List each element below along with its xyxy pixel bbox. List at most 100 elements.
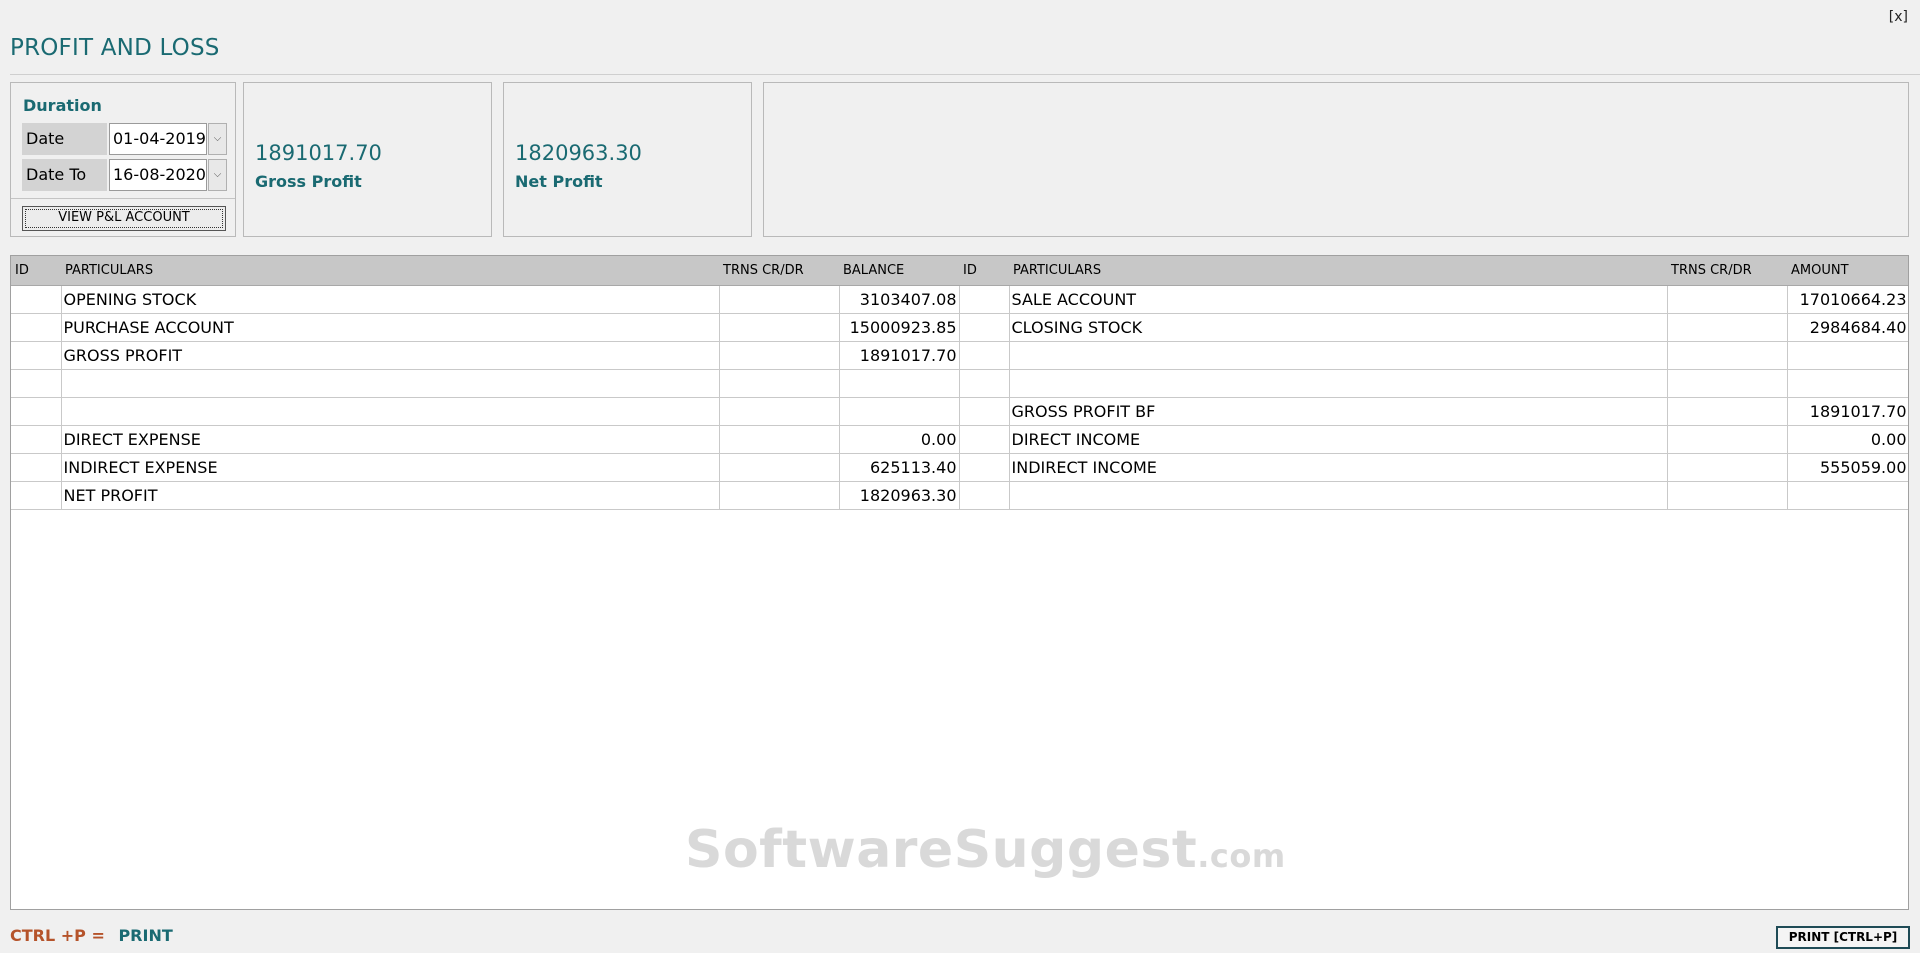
print-button[interactable]: PRINT [CTRL+P] bbox=[1776, 926, 1910, 949]
table-cell[interactable]: 2984684.40 bbox=[1786, 312, 1908, 342]
table-cell[interactable] bbox=[11, 340, 62, 370]
col-header-trns-right[interactable]: TRNS CR/DR bbox=[1667, 256, 1787, 286]
table-cell[interactable] bbox=[1008, 480, 1668, 510]
shortcut-keys: CTRL +P = bbox=[10, 926, 105, 945]
table-cell[interactable] bbox=[958, 452, 1010, 482]
table-cell[interactable] bbox=[1008, 368, 1668, 398]
table-cell[interactable]: 1891017.70 bbox=[838, 340, 960, 370]
table-row[interactable]: NET PROFIT 1820963.30 bbox=[11, 480, 1908, 510]
col-header-id-right[interactable]: ID bbox=[959, 256, 1009, 286]
table-cell[interactable]: 3103407.08 bbox=[838, 284, 960, 314]
table-cell[interactable] bbox=[1666, 396, 1788, 426]
table-cell[interactable] bbox=[958, 396, 1010, 426]
col-header-particulars-right[interactable]: PARTICULARS bbox=[1009, 256, 1667, 286]
table-cell[interactable] bbox=[1666, 368, 1788, 398]
date-from-field[interactable]: 01-04-2019 bbox=[109, 123, 207, 155]
col-header-amount[interactable]: AMOUNT bbox=[1787, 256, 1908, 286]
table-row[interactable]: DIRECT EXPENSE 0.00 DIRECT INCOME 0.00 bbox=[11, 424, 1908, 454]
title-divider bbox=[10, 74, 1920, 75]
table-cell[interactable] bbox=[1666, 480, 1788, 510]
table-cell[interactable] bbox=[718, 480, 840, 510]
net-profit-value: 1820963.30 bbox=[515, 141, 642, 165]
table-cell[interactable]: PURCHASE ACCOUNT bbox=[60, 312, 720, 342]
date-to-row: Date To 16-08-2020 ⌵ bbox=[22, 159, 228, 191]
table-cell[interactable] bbox=[838, 396, 960, 426]
table-cell[interactable]: GROSS PROFIT bbox=[60, 340, 720, 370]
table-cell[interactable]: NET PROFIT bbox=[60, 480, 720, 510]
table-cell[interactable] bbox=[11, 284, 62, 314]
table-cell[interactable] bbox=[958, 368, 1010, 398]
table-cell[interactable] bbox=[1666, 284, 1788, 314]
shortcut-action: PRINT bbox=[118, 926, 173, 945]
table-cell[interactable]: 555059.00 bbox=[1786, 452, 1908, 482]
table-cell[interactable]: 17010664.23 bbox=[1786, 284, 1908, 314]
date-to-dropdown-icon[interactable]: ⌵ bbox=[208, 159, 227, 191]
table-cell[interactable] bbox=[958, 480, 1010, 510]
table-cell[interactable] bbox=[958, 340, 1010, 370]
table-cell[interactable] bbox=[11, 452, 62, 482]
gross-profit-label: Gross Profit bbox=[255, 172, 362, 191]
table-cell[interactable]: 1820963.30 bbox=[838, 480, 960, 510]
table-row[interactable]: OPENING STOCK 3103407.08 SALE ACCOUNT 17010… bbox=[11, 284, 1908, 314]
table-cell[interactable] bbox=[838, 368, 960, 398]
table-cell[interactable] bbox=[1666, 424, 1788, 454]
table-cell[interactable]: INDIRECT INCOME bbox=[1008, 452, 1668, 482]
date-from-dropdown-icon[interactable]: ⌵ bbox=[208, 123, 227, 155]
table-cell[interactable]: DIRECT EXPENSE bbox=[60, 424, 720, 454]
net-profit-label: Net Profit bbox=[515, 172, 603, 191]
table-cell[interactable] bbox=[718, 284, 840, 314]
table-cell[interactable] bbox=[958, 312, 1010, 342]
date-from-row: Date From 01-04-2019 ⌵ bbox=[22, 123, 228, 180]
table-cell[interactable]: CLOSING STOCK bbox=[1008, 312, 1668, 342]
pl-table: ID PARTICULARS TRNS CR/DR BALANCE ID PAR… bbox=[11, 256, 1908, 510]
table-cell[interactable] bbox=[1666, 312, 1788, 342]
table-cell[interactable] bbox=[1666, 452, 1788, 482]
table-cell[interactable]: INDIRECT EXPENSE bbox=[60, 452, 720, 482]
table-cell[interactable] bbox=[11, 480, 62, 510]
view-pl-account-button[interactable]: VIEW P&L ACCOUNT bbox=[22, 206, 226, 231]
table-cell[interactable] bbox=[718, 368, 840, 398]
table-cell[interactable] bbox=[60, 396, 720, 426]
col-header-id-left[interactable]: ID bbox=[11, 256, 61, 286]
table-cell[interactable] bbox=[718, 312, 840, 342]
table-cell[interactable] bbox=[11, 396, 62, 426]
table-cell[interactable] bbox=[1786, 480, 1908, 510]
table-cell[interactable] bbox=[11, 368, 62, 398]
table-cell[interactable]: SALE ACCOUNT bbox=[1008, 284, 1668, 314]
table-cell[interactable]: GROSS PROFIT BF bbox=[1008, 396, 1668, 426]
col-header-particulars-left[interactable]: PARTICULARS bbox=[61, 256, 719, 286]
table-cell[interactable] bbox=[958, 284, 1010, 314]
table-cell[interactable] bbox=[1786, 368, 1908, 398]
table-cell[interactable] bbox=[958, 424, 1010, 454]
watermark-suffix: .com bbox=[1197, 837, 1286, 875]
table-row[interactable]: GROSS PROFIT BF 1891017.70 bbox=[11, 396, 1908, 426]
date-to-field[interactable]: 16-08-2020 bbox=[109, 159, 207, 191]
table-row[interactable]: PURCHASE ACCOUNT 15000923.85 CLOSING STOCK… bbox=[11, 312, 1908, 342]
table-cell[interactable] bbox=[718, 396, 840, 426]
table-row[interactable]: INDIRECT EXPENSE 625113.40 INDIRECT INCOME… bbox=[11, 452, 1908, 482]
table-cell[interactable] bbox=[718, 452, 840, 482]
col-header-trns-left[interactable]: TRNS CR/DR bbox=[719, 256, 839, 286]
table-cell[interactable]: 625113.40 bbox=[838, 452, 960, 482]
table-cell[interactable] bbox=[60, 368, 720, 398]
table-cell[interactable] bbox=[11, 424, 62, 454]
table-cell[interactable]: 0.00 bbox=[1786, 424, 1908, 454]
table-row[interactable]: GROSS PROFIT 1891017.70 bbox=[11, 340, 1908, 370]
table-cell[interactable]: 1891017.70 bbox=[1786, 396, 1908, 426]
empty-panel bbox=[763, 82, 1909, 237]
close-button[interactable]: [x] bbox=[1889, 9, 1908, 25]
table-cell[interactable] bbox=[718, 340, 840, 370]
table-cell[interactable] bbox=[1008, 340, 1668, 370]
table-cell[interactable]: 15000923.85 bbox=[838, 312, 960, 342]
pl-grid[interactable]: ID PARTICULARS TRNS CR/DR BALANCE ID PAR… bbox=[10, 255, 1909, 910]
col-header-balance[interactable]: BALANCE bbox=[839, 256, 959, 286]
table-cell[interactable]: DIRECT INCOME bbox=[1008, 424, 1668, 454]
table-cell[interactable] bbox=[11, 312, 62, 342]
gross-profit-value: 1891017.70 bbox=[255, 141, 382, 165]
table-cell[interactable]: OPENING STOCK bbox=[60, 284, 720, 314]
table-cell[interactable]: 0.00 bbox=[838, 424, 960, 454]
table-cell[interactable] bbox=[718, 424, 840, 454]
table-cell[interactable] bbox=[1666, 340, 1788, 370]
table-cell[interactable] bbox=[1786, 340, 1908, 370]
table-row[interactable] bbox=[11, 368, 1908, 398]
